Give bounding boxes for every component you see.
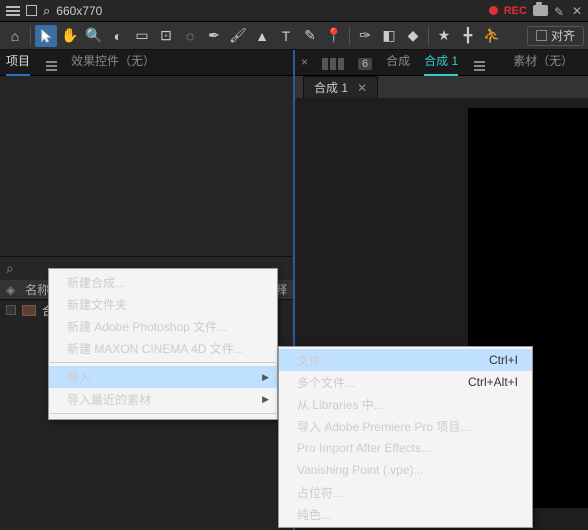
menu-vanishing-point[interactable]: Vanishing Point (.vpe)...	[279, 459, 532, 481]
shortcut: Ctrl+I	[489, 353, 518, 367]
menu-pro-import-ae[interactable]: Pro Import After Effects...	[279, 437, 532, 459]
title-bar: ⌕ 660x770 REC ✕	[0, 0, 588, 22]
axis-tool[interactable]: ╋	[457, 25, 479, 47]
camera-icon[interactable]	[533, 5, 548, 16]
comp-tab-label: 合成 1	[314, 81, 348, 95]
menu-placeholder[interactable]: 占位符...	[279, 481, 532, 503]
menu-import-premiere-project[interactable]: 导入 Adobe Premiere Pro 项目...	[279, 415, 532, 437]
window-icon[interactable]	[26, 5, 37, 16]
layout-icon[interactable]	[322, 58, 344, 70]
pen-tool[interactable]: ✒	[203, 25, 225, 47]
pin-tool[interactable]: 📍	[323, 25, 345, 47]
record-label: REC	[504, 5, 527, 17]
close-button[interactable]: ✕	[572, 4, 582, 18]
comp-tab[interactable]: 合成 1 ✕	[303, 76, 378, 99]
align-label: 对齐	[551, 27, 575, 44]
orbit-tool[interactable]: ◐	[107, 25, 129, 47]
hamburger-icon[interactable]	[6, 10, 20, 12]
menu-new-c4d-file[interactable]: 新建 MAXON CINEMA 4D 文件...	[49, 337, 277, 359]
menu-separator	[50, 413, 276, 414]
comp-tab-close[interactable]: ✕	[357, 81, 367, 95]
brush-tool[interactable]: 🖌	[227, 25, 249, 47]
tag-icon[interactable]: ◈	[6, 283, 15, 297]
dashed-rect-tool[interactable]: ◌	[179, 25, 201, 47]
column-name[interactable]: 名称	[25, 281, 49, 298]
divider	[30, 27, 31, 45]
edit-icon[interactable]	[554, 5, 566, 17]
align-icon	[536, 30, 547, 41]
comp-number-badge: 6	[358, 58, 372, 70]
item-color-chip	[6, 305, 16, 315]
menu-new-composition[interactable]: 新建合成...	[49, 271, 277, 293]
menu-solid-color[interactable]: 纯色...	[279, 503, 532, 525]
divider	[349, 27, 350, 45]
align-toggle[interactable]: 对齐	[527, 26, 584, 46]
import-submenu: 文件...Ctrl+I 多个文件...Ctrl+Alt+I 从 Librarie…	[278, 346, 533, 528]
project-context-menu: 新建合成... 新建文件夹 新建 Adobe Photoshop 文件... 新…	[48, 268, 278, 420]
close-tab-icon[interactable]: ×	[301, 55, 308, 69]
dimensions-readout: 660x770	[56, 4, 102, 18]
main-toolbar: ⌂ ✋ 🔍 ◐ ▭ ⊡ ◌ ✒ 🖌 ▲ T ✎ 📍 ✑ ◧ ◆ ★ ╋ ⛹ 对齐	[0, 22, 588, 50]
project-preview-area	[0, 76, 293, 280]
menu-new-folder[interactable]: 新建文件夹	[49, 293, 277, 315]
menu-import-multiple-files[interactable]: 多个文件...Ctrl+Alt+I	[279, 371, 532, 393]
left-panel-tabs: 项目 效果控件（无）	[0, 50, 293, 76]
tab-source[interactable]: 素材（无）	[513, 47, 573, 75]
rect-tool[interactable]: ▭	[131, 25, 153, 47]
divider	[428, 27, 429, 45]
fill-tool[interactable]: ◆	[402, 25, 424, 47]
stamp-tool[interactable]: ▲	[251, 25, 273, 47]
panel-menu-icon[interactable]	[46, 65, 57, 67]
search-icon[interactable]: ⌕	[43, 3, 50, 19]
tab-effect-controls[interactable]: 效果控件（无）	[71, 47, 155, 75]
composition-icon	[22, 305, 36, 316]
rounded-rect-tool[interactable]: ⊡	[155, 25, 177, 47]
right-panel-tabs: × 6 合成 合成 1 素材（无）	[295, 50, 588, 76]
record-indicator-icon	[489, 6, 498, 15]
menu-new-photoshop-file[interactable]: 新建 Adobe Photoshop 文件...	[49, 315, 277, 337]
tab-project[interactable]: 项目	[6, 47, 30, 75]
text-tool[interactable]: T	[275, 25, 297, 47]
home-button[interactable]: ⌂	[4, 25, 26, 47]
selection-tool[interactable]	[35, 25, 57, 47]
hand-tool[interactable]: ✋	[59, 25, 81, 47]
menu-import-recent[interactable]: 导入最近的素材	[49, 388, 277, 410]
star-tool[interactable]: ★	[433, 25, 455, 47]
tab-active-comp[interactable]: 合成 1	[424, 47, 458, 75]
nib-tool[interactable]: ✑	[354, 25, 376, 47]
menu-separator	[50, 362, 276, 363]
tab-compose-label: 合成	[386, 47, 410, 75]
eraser-tool[interactable]: ◧	[378, 25, 400, 47]
menu-import-from-libraries[interactable]: 从 Libraries 中...	[279, 393, 532, 415]
feather-tool[interactable]: ✎	[299, 25, 321, 47]
shortcut: Ctrl+Alt+I	[468, 375, 518, 389]
zoom-tool[interactable]: 🔍	[83, 25, 105, 47]
puppet-tool[interactable]: ⛹	[481, 25, 503, 47]
comp-tab-bar: 合成 1 ✕	[295, 76, 588, 98]
panel-menu-icon[interactable]	[474, 65, 485, 67]
menu-import[interactable]: 导入	[49, 366, 277, 388]
menu-import-file[interactable]: 文件...Ctrl+I	[279, 349, 532, 371]
